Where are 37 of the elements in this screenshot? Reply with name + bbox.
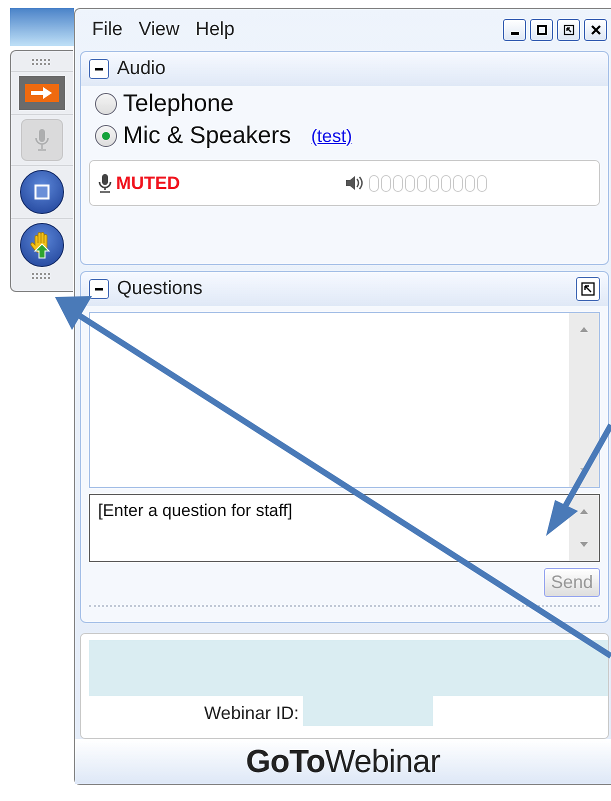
close-button[interactable] bbox=[584, 19, 607, 41]
maximize-icon bbox=[536, 24, 548, 36]
radio-label[interactable]: Telephone bbox=[123, 90, 234, 118]
square-icon bbox=[34, 184, 50, 200]
radio-label[interactable]: Mic & Speakers bbox=[123, 122, 292, 150]
desktop-strip bbox=[10, 8, 74, 46]
microphone-icon bbox=[98, 173, 112, 193]
webinar-id-label: Webinar ID: bbox=[204, 702, 300, 725]
pop-out-button[interactable] bbox=[576, 277, 600, 301]
close-icon bbox=[590, 24, 602, 36]
logo: GoToWebinar bbox=[246, 743, 440, 780]
question-input[interactable]: [Enter a question for staff] bbox=[89, 494, 600, 562]
grip-icon bbox=[32, 59, 52, 65]
menu-item[interactable]: View bbox=[138, 19, 180, 41]
radio-button[interactable] bbox=[95, 93, 117, 115]
menu-item[interactable]: File bbox=[92, 19, 123, 41]
collapse-button[interactable] bbox=[89, 279, 109, 299]
speaker-icon bbox=[345, 174, 365, 192]
microphone-icon bbox=[35, 128, 49, 152]
minimize-icon bbox=[510, 32, 518, 35]
test-link[interactable]: (test) bbox=[311, 126, 352, 146]
minimize-button[interactable] bbox=[503, 19, 526, 41]
arrow-button[interactable] bbox=[19, 76, 65, 110]
maximize-button[interactable] bbox=[530, 19, 553, 41]
panel-title: Questions bbox=[117, 278, 203, 300]
radio-button[interactable] bbox=[95, 125, 117, 147]
restore-button[interactable] bbox=[557, 19, 580, 41]
panel-title: Audio bbox=[117, 58, 166, 80]
muted-status: MUTED bbox=[116, 172, 180, 194]
collapse-button[interactable] bbox=[89, 59, 109, 79]
pop-out-icon bbox=[562, 24, 574, 36]
pop-out-icon bbox=[581, 282, 595, 296]
grip-icon bbox=[32, 273, 52, 279]
raise-hand-button[interactable] bbox=[20, 223, 64, 267]
screen-button[interactable] bbox=[20, 170, 64, 214]
menu-item[interactable]: Help bbox=[195, 19, 235, 41]
scrollbar[interactable] bbox=[569, 313, 599, 487]
